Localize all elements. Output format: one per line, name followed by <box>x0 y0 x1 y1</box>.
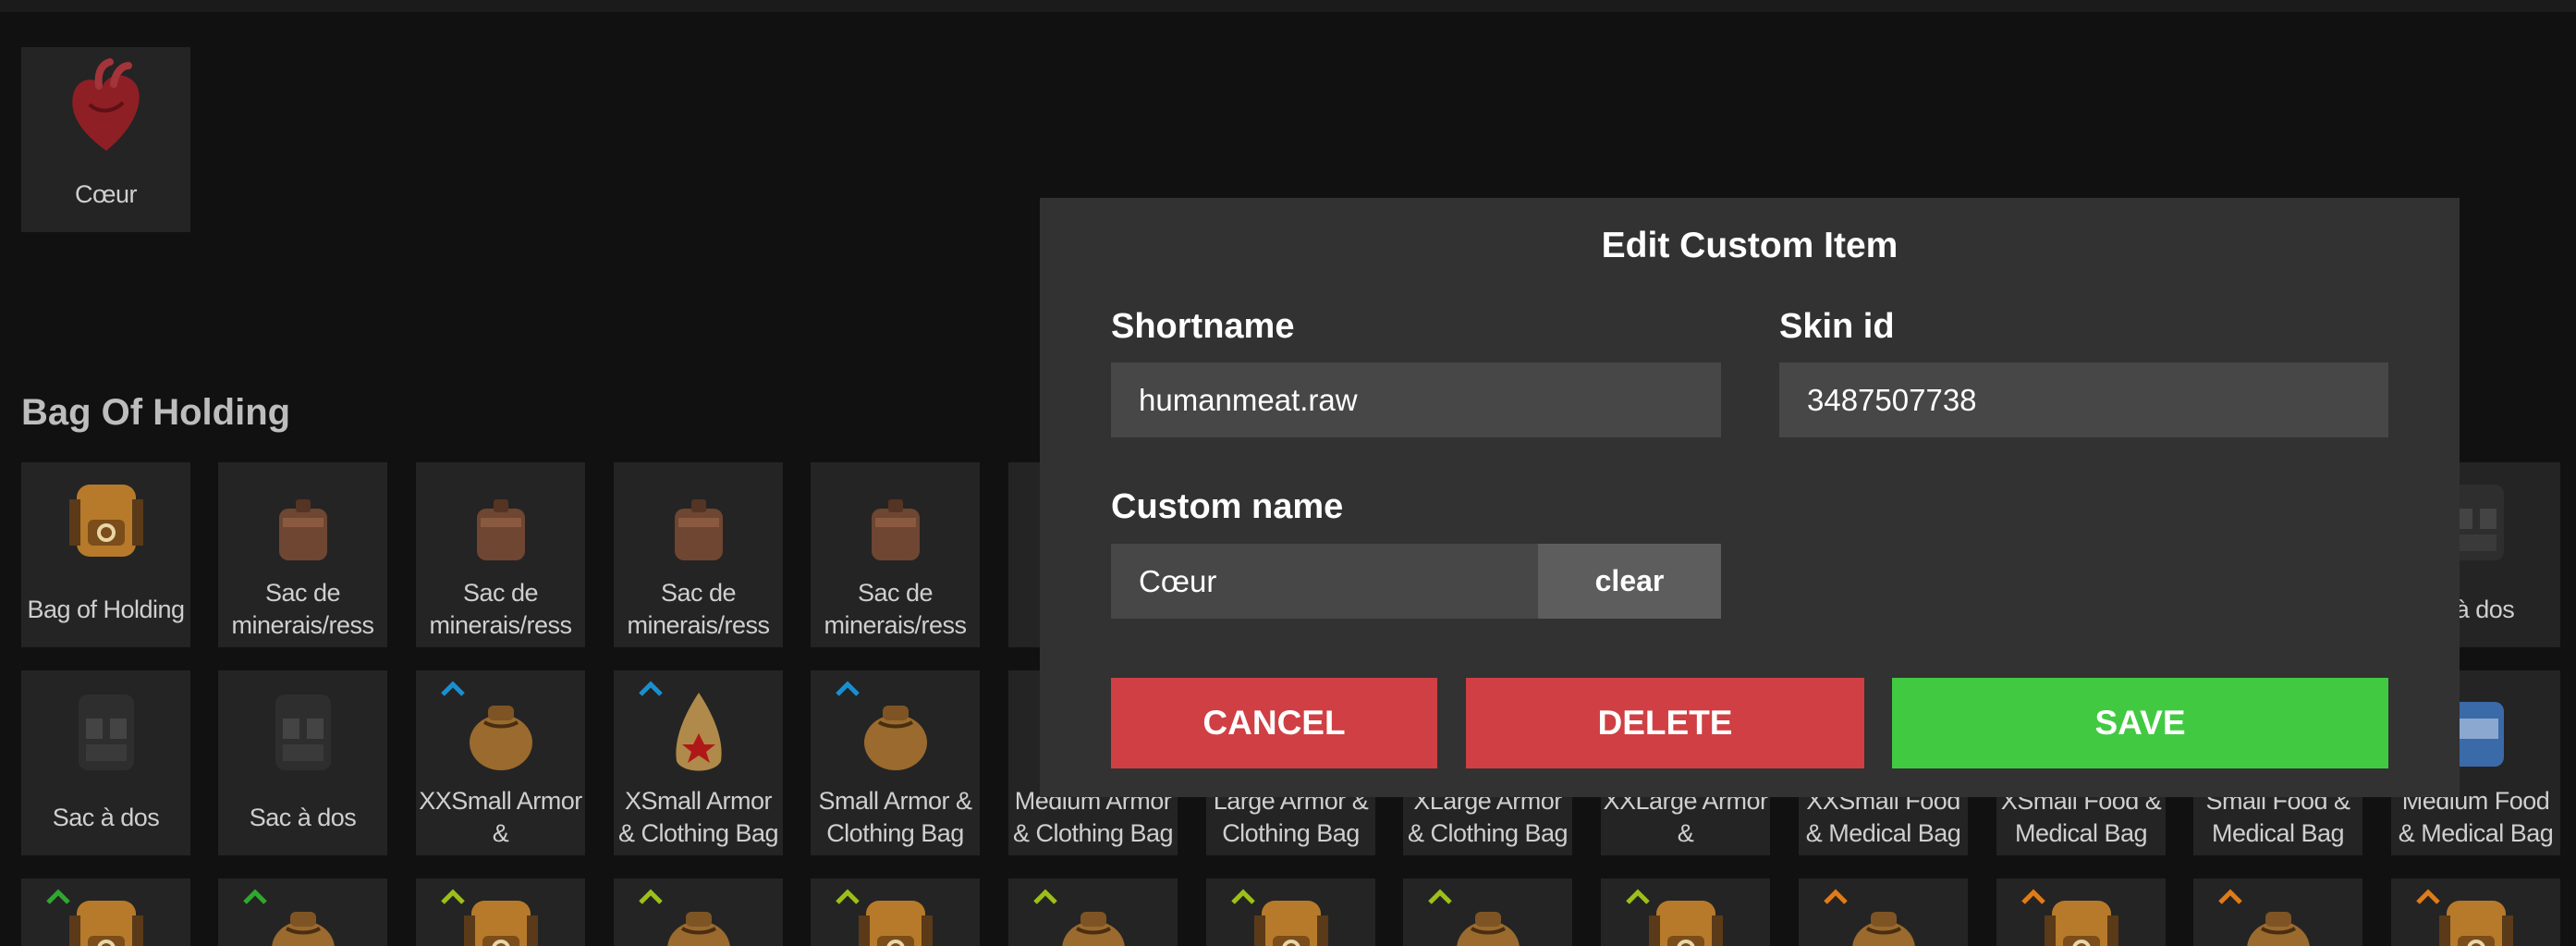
row3-item-tile[interactable] <box>811 878 980 946</box>
delete-button[interactable]: DELETE <box>1466 678 1864 768</box>
heart-icon <box>71 58 140 151</box>
pouch-icon <box>469 706 532 770</box>
sack-icon <box>675 693 722 771</box>
skin-id-field[interactable]: 3487507738 <box>1779 362 2388 437</box>
pouch-icon <box>1061 912 1125 946</box>
dialog-title: Edit Custom Item <box>1601 226 1898 265</box>
pouch-icon <box>271 912 335 946</box>
row3-item-tile[interactable] <box>416 878 585 946</box>
row2-item-tile[interactable]: XXSmall Armor & <box>416 670 585 855</box>
backpack-icon <box>2438 901 2513 946</box>
top-bar <box>0 0 2576 12</box>
shortname-value: humanmeat.raw <box>1139 382 1358 417</box>
row1-item-tile[interactable]: Sac de minerais/ress <box>614 462 783 647</box>
item-label: Sac à dos <box>249 804 357 831</box>
row2-item-tile[interactable]: Sac à dos <box>218 670 387 855</box>
custom-name-value: Cœur <box>1139 563 1217 598</box>
row1-item-tile[interactable]: Sac de minerais/ress <box>218 462 387 647</box>
cancel-button[interactable]: CANCEL <box>1111 678 1437 768</box>
row3-item-tile[interactable] <box>2193 878 2362 946</box>
row2-item-tile[interactable]: XSmall Armor & Clothing Bag <box>614 670 783 855</box>
tactical-vest-icon <box>275 694 331 770</box>
item-label: Cœur <box>75 180 138 208</box>
shortname-label: Shortname <box>1111 307 1295 346</box>
backpack-icon <box>463 901 538 946</box>
ore-bag-icon <box>674 499 723 560</box>
row3-item-tile[interactable] <box>1601 878 1770 946</box>
custom-name-label: Custom name <box>1111 487 1344 526</box>
backpack-icon <box>1253 901 1328 946</box>
ore-bag-icon <box>476 499 525 560</box>
row3-item-tile[interactable] <box>1206 878 1375 946</box>
row3-item-tile[interactable] <box>1799 878 1968 946</box>
row3-item-tile[interactable] <box>1403 878 1572 946</box>
backpack-icon <box>68 901 143 946</box>
row1-item-tile[interactable]: Bag of Holding <box>21 462 190 647</box>
save-button[interactable]: SAVE <box>1892 678 2388 768</box>
item-label: Sac de minerais/ress <box>231 579 374 639</box>
clear-button[interactable]: clear <box>1538 544 1721 619</box>
pouch-icon <box>1456 912 1520 946</box>
item-tile-coeur[interactable]: Cœur <box>21 47 190 232</box>
row3-item-tile[interactable] <box>1996 878 2166 946</box>
row2-item-tile[interactable]: Sac à dos <box>21 670 190 855</box>
item-label: Sac de minerais/ress <box>824 579 967 639</box>
item-label: Small Armor & Clothing Bag <box>818 787 972 847</box>
backpack-icon <box>858 901 933 946</box>
item-label: Sac de minerais/ress <box>627 579 770 639</box>
row3-item-tile[interactable] <box>1008 878 1178 946</box>
skin-id-label: Skin id <box>1779 307 1895 346</box>
row1-item-tile[interactable]: Sac de minerais/ress <box>416 462 585 647</box>
backpack-icon <box>2044 901 2118 946</box>
item-label: XSmall Armor & Clothing Bag <box>617 787 779 847</box>
row1-item-tile[interactable]: Sac de minerais/ress <box>811 462 980 647</box>
ore-bag-icon <box>871 499 920 560</box>
row2-item-tile[interactable]: Small Armor & Clothing Bag <box>811 670 980 855</box>
skin-id-value: 3487507738 <box>1807 382 1977 417</box>
row3-item-tile[interactable] <box>218 878 387 946</box>
item-label: Bag of Holding <box>27 596 185 623</box>
edit-custom-item-dialog: Edit Custom Item Shortname humanmeat.raw… <box>1040 198 2460 797</box>
section-title: Bag Of Holding <box>21 392 291 433</box>
item-label: Sac de minerais/ress <box>429 579 572 639</box>
tactical-vest-icon <box>78 694 134 770</box>
pouch-icon <box>1851 912 1915 946</box>
row3-item-tile[interactable] <box>21 878 190 946</box>
ore-bag-icon <box>278 499 327 560</box>
custom-name-field[interactable]: Cœur <box>1111 544 1538 619</box>
backpack-icon <box>1648 901 1723 946</box>
item-label: Sac à dos <box>52 804 160 831</box>
row3-item-tile[interactable] <box>2391 878 2560 946</box>
item-label: XXSmall Armor & <box>419 787 582 847</box>
pouch-icon <box>863 706 927 770</box>
row3-item-tile[interactable] <box>614 878 783 946</box>
pouch-icon <box>666 912 730 946</box>
shortname-field[interactable]: humanmeat.raw <box>1111 362 1721 437</box>
pouch-icon <box>2246 912 2310 946</box>
backpack-icon <box>68 485 143 557</box>
